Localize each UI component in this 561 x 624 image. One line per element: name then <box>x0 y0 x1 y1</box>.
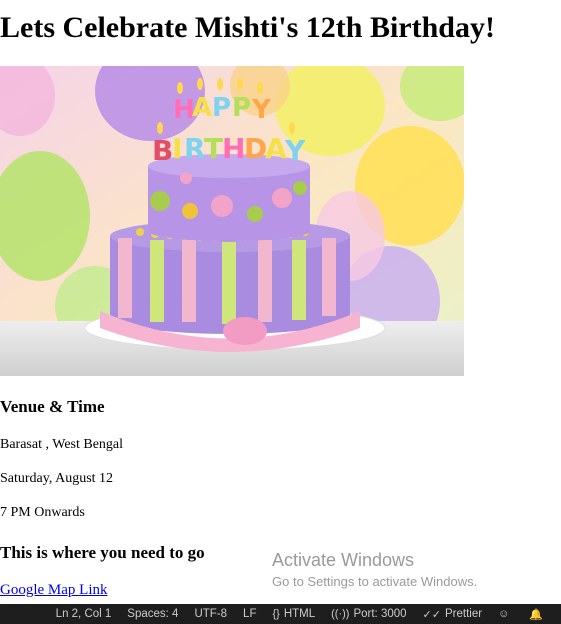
watermark-title: Activate Windows <box>272 550 415 570</box>
event-date: Saturday, August 12 <box>0 471 114 486</box>
bell-icon: 🔔 <box>529 608 543 621</box>
svg-text:I: I <box>172 132 182 165</box>
watermark-subtitle: Go to Settings to activate Windows. <box>272 574 478 589</box>
svg-text:Y: Y <box>284 134 306 167</box>
notifications-button[interactable]: 🔔 <box>521 604 555 624</box>
line-ending[interactable]: LF <box>235 604 264 624</box>
svg-text:B: B <box>152 134 173 167</box>
svg-text:A: A <box>192 93 212 123</box>
indentation-setting[interactable]: Spaces: 4 <box>119 604 186 624</box>
directions-heading: This is where you need to go <box>0 543 205 562</box>
prettier-status[interactable]: ✓✓ Prettier <box>415 604 491 624</box>
birthday-cake-image: H A P P Y B I R T H D A Y <box>0 66 464 376</box>
svg-text:A: A <box>265 132 287 165</box>
svg-text:P: P <box>212 93 231 123</box>
svg-text:Y: Y <box>251 95 272 125</box>
venue-location: Barasat , West Bengal <box>0 437 124 452</box>
rendered-page: Lets Celebrate Mishti's 12th Birthday! H… <box>0 0 561 604</box>
feedback-button[interactable]: ☺ <box>490 604 521 624</box>
event-time: 7 PM Onwards <box>0 505 85 520</box>
check-double-icon: ✓✓ <box>422 608 441 621</box>
language-mode[interactable]: {} HTML <box>264 604 323 624</box>
page-title: Lets Celebrate Mishti's 12th Birthday! <box>0 11 495 44</box>
svg-text:P: P <box>232 93 251 123</box>
live-server-port[interactable]: ((·)) Port: 3000 <box>323 604 414 624</box>
venue-heading: Venue & Time <box>0 397 105 416</box>
person-feedback-icon: ☺ <box>498 608 510 620</box>
svg-text:D: D <box>244 132 267 165</box>
braces-icon: {} <box>272 608 280 620</box>
svg-text:H: H <box>222 132 245 165</box>
cursor-position[interactable]: Ln 2, Col 1 <box>48 604 120 624</box>
google-map-link[interactable]: Google Map Link <box>0 581 107 599</box>
file-encoding[interactable]: UTF-8 <box>186 604 235 624</box>
svg-text:R: R <box>184 132 206 165</box>
activate-windows-watermark: Activate Windows Go to Settings to activ… <box>272 549 477 591</box>
editor-status-bar: Ln 2, Col 1 Spaces: 4 UTF-8 LF {} HTML (… <box>0 604 561 624</box>
svg-text:T: T <box>204 132 223 165</box>
broadcast-icon: ((·)) <box>331 608 350 620</box>
